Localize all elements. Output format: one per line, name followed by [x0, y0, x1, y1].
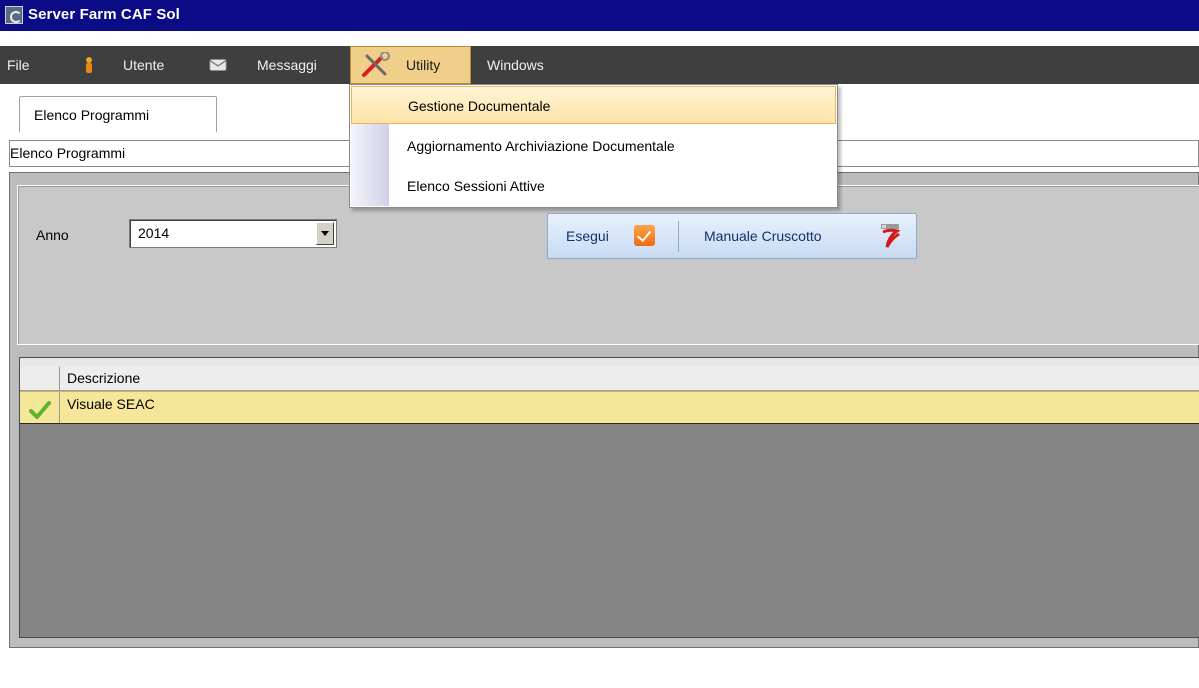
tab-elenco-programmi[interactable]: Elenco Programmi: [19, 96, 217, 132]
toolbar-separator: [678, 221, 679, 252]
esegui-button[interactable]: Esegui: [566, 214, 609, 258]
grid-header: Descrizione: [20, 367, 1199, 391]
row-descrizione: Visuale SEAC: [67, 396, 155, 412]
row-indicator: [20, 392, 60, 423]
table-row[interactable]: Visuale SEAC: [20, 391, 1199, 424]
menu-file[interactable]: File: [7, 46, 30, 84]
anno-select[interactable]: 2014: [129, 219, 337, 248]
menu-windows[interactable]: Windows: [487, 46, 544, 84]
envelope-icon: [209, 59, 227, 71]
window-title: Server Farm CAF Sol: [28, 6, 180, 23]
menu-item-label: Gestione Documentale: [408, 98, 551, 114]
menu-bar: [0, 46, 1199, 84]
menu-item-aggiornamento-archiviazione[interactable]: Aggiornamento Archiviazione Documentale: [351, 127, 836, 165]
app-icon: [5, 6, 23, 24]
pdf-icon[interactable]: [878, 223, 902, 249]
menu-utente[interactable]: Utente: [123, 46, 164, 84]
utility-dropdown-menu: Gestione Documentale Aggiornamento Archi…: [349, 84, 838, 208]
subheader-text: Elenco Programmi: [10, 145, 126, 161]
menu-messaggi[interactable]: Messaggi: [257, 46, 317, 84]
filters-panel: [17, 185, 1199, 345]
grid-top-strip: [20, 358, 1199, 367]
dropdown-arrow-icon[interactable]: [316, 222, 334, 245]
check-box-icon[interactable]: [634, 225, 655, 246]
programs-grid: Descrizione Visuale SEAC: [19, 357, 1199, 638]
menu-utility[interactable]: Utility: [406, 46, 440, 84]
menu-item-elenco-sessioni[interactable]: Elenco Sessioni Attive: [351, 167, 836, 205]
column-header-descrizione[interactable]: Descrizione: [67, 367, 140, 390]
action-toolbar: Esegui Manuale Cruscotto: [547, 213, 917, 259]
anno-value: 2014: [138, 225, 170, 241]
user-icon: [86, 57, 92, 73]
tools-icon: [362, 52, 390, 77]
check-icon: [29, 401, 51, 419]
tab-label: Elenco Programmi: [34, 107, 150, 123]
anno-label: Anno: [36, 227, 69, 243]
menu-item-label: Elenco Sessioni Attive: [407, 178, 545, 194]
grid-header-indicator: [20, 367, 60, 390]
manuale-cruscotto-button[interactable]: Manuale Cruscotto: [704, 214, 822, 258]
menu-item-gestione-documentale[interactable]: Gestione Documentale: [351, 86, 836, 124]
menu-item-label: Aggiornamento Archiviazione Documentale: [407, 138, 675, 154]
